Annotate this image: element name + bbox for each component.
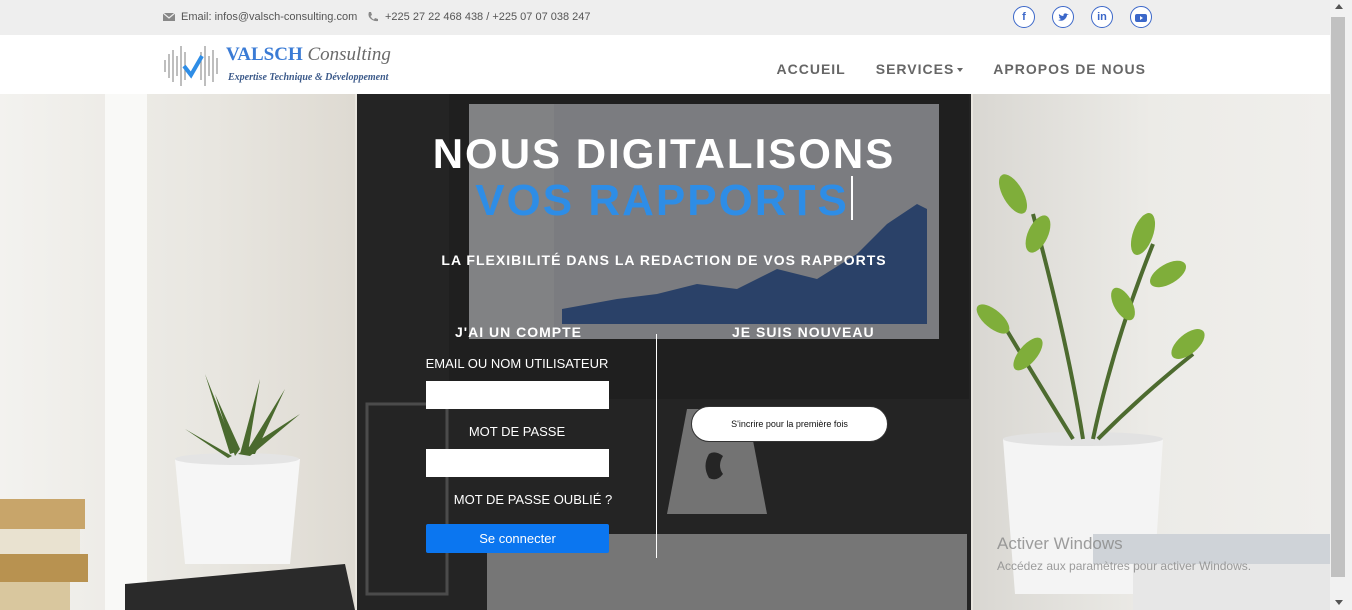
contact-phone: +225 27 22 468 438 / +225 07 07 038 247 xyxy=(367,11,591,23)
hero-tagline: LA FLEXIBILITÉ DANS LA REDACTION DE VOS … xyxy=(441,252,887,268)
youtube-play-icon xyxy=(1135,14,1147,22)
login-button[interactable]: Se connecter xyxy=(426,524,609,553)
hero-headline-accent-text: VOS RAPPORTS xyxy=(475,176,849,225)
brand-logo[interactable]: VALSCH Consulting Expertise Technique & … xyxy=(162,40,437,90)
scroll-down-arrow-icon[interactable] xyxy=(1335,600,1343,605)
email-input[interactable] xyxy=(426,381,609,409)
login-title: J'AI UN COMPTE xyxy=(455,324,583,340)
twitter-icon[interactable] xyxy=(1052,6,1074,28)
primary-nav: ACCUEIL SERVICES APROPOS DE NOUS xyxy=(777,61,1146,77)
twitter-bird-icon xyxy=(1057,12,1069,21)
scrollbar-thumb[interactable] xyxy=(1331,17,1345,577)
typing-cursor xyxy=(850,176,853,220)
windows-activation-title: Activer Windows xyxy=(997,534,1123,553)
contact-email-text: Email: infos@valsch-consulting.com xyxy=(181,11,358,23)
nav-item-services[interactable]: SERVICES xyxy=(876,61,964,77)
phone-icon xyxy=(368,12,378,22)
nav-item-apropos[interactable]: APROPOS DE NOUS xyxy=(993,61,1146,77)
hero-headline: NOUS DIGITALISONS xyxy=(432,130,896,177)
social-links: f in xyxy=(1013,6,1152,28)
password-label: MOT DE PASSE xyxy=(468,424,566,439)
signup-button[interactable]: S'incrire pour la première fois xyxy=(691,406,888,442)
column-divider xyxy=(656,334,657,558)
envelope-icon xyxy=(163,12,175,21)
email-label: EMAIL OU NOM UTILISATEUR xyxy=(425,356,609,371)
brand-name: VALSCH Consulting xyxy=(226,44,391,66)
plant-left-image xyxy=(0,374,355,610)
windows-activation-text: Accédez aux paramètres pour activer Wind… xyxy=(997,559,1252,573)
nav-item-accueil[interactable]: ACCUEIL xyxy=(777,61,846,77)
scroll-up-arrow-icon[interactable] xyxy=(1335,4,1343,9)
nav-item-services-label: SERVICES xyxy=(875,61,955,77)
brand-name-script: Consulting xyxy=(307,44,391,65)
logo-mark-icon xyxy=(164,46,218,86)
hero-bg-right xyxy=(973,94,1330,610)
chevron-down-icon xyxy=(957,68,964,73)
main-navbar: VALSCH Consulting Expertise Technique & … xyxy=(0,35,1330,94)
hero-headline-accent: VOS RAPPORTS xyxy=(357,176,971,226)
top-contact-bar: Email: infos@valsch-consulting.com +225 … xyxy=(0,0,1330,35)
facebook-icon[interactable]: f xyxy=(1013,6,1035,28)
linkedin-icon[interactable]: in xyxy=(1091,6,1113,28)
plant-right-image xyxy=(976,174,1330,610)
contact-email: Email: infos@valsch-consulting.com xyxy=(163,11,357,23)
password-input[interactable] xyxy=(426,449,609,477)
forgot-password-link[interactable]: MOT DE PASSE OUBLIÉ ? xyxy=(418,492,648,507)
youtube-icon[interactable] xyxy=(1130,6,1152,28)
contact-phone-text: +225 27 22 468 438 / +225 07 07 038 247 xyxy=(385,11,591,23)
signup-title: JE SUIS NOUVEAU xyxy=(732,324,875,340)
hero-section: NOUS DIGITALISONS VOS RAPPORTS LA FLEXIB… xyxy=(0,94,1330,610)
brand-tagline: Expertise Technique & Développement xyxy=(228,72,389,83)
hero-bg-left xyxy=(0,94,355,610)
brand-name-bold: VALSCH xyxy=(226,44,303,65)
